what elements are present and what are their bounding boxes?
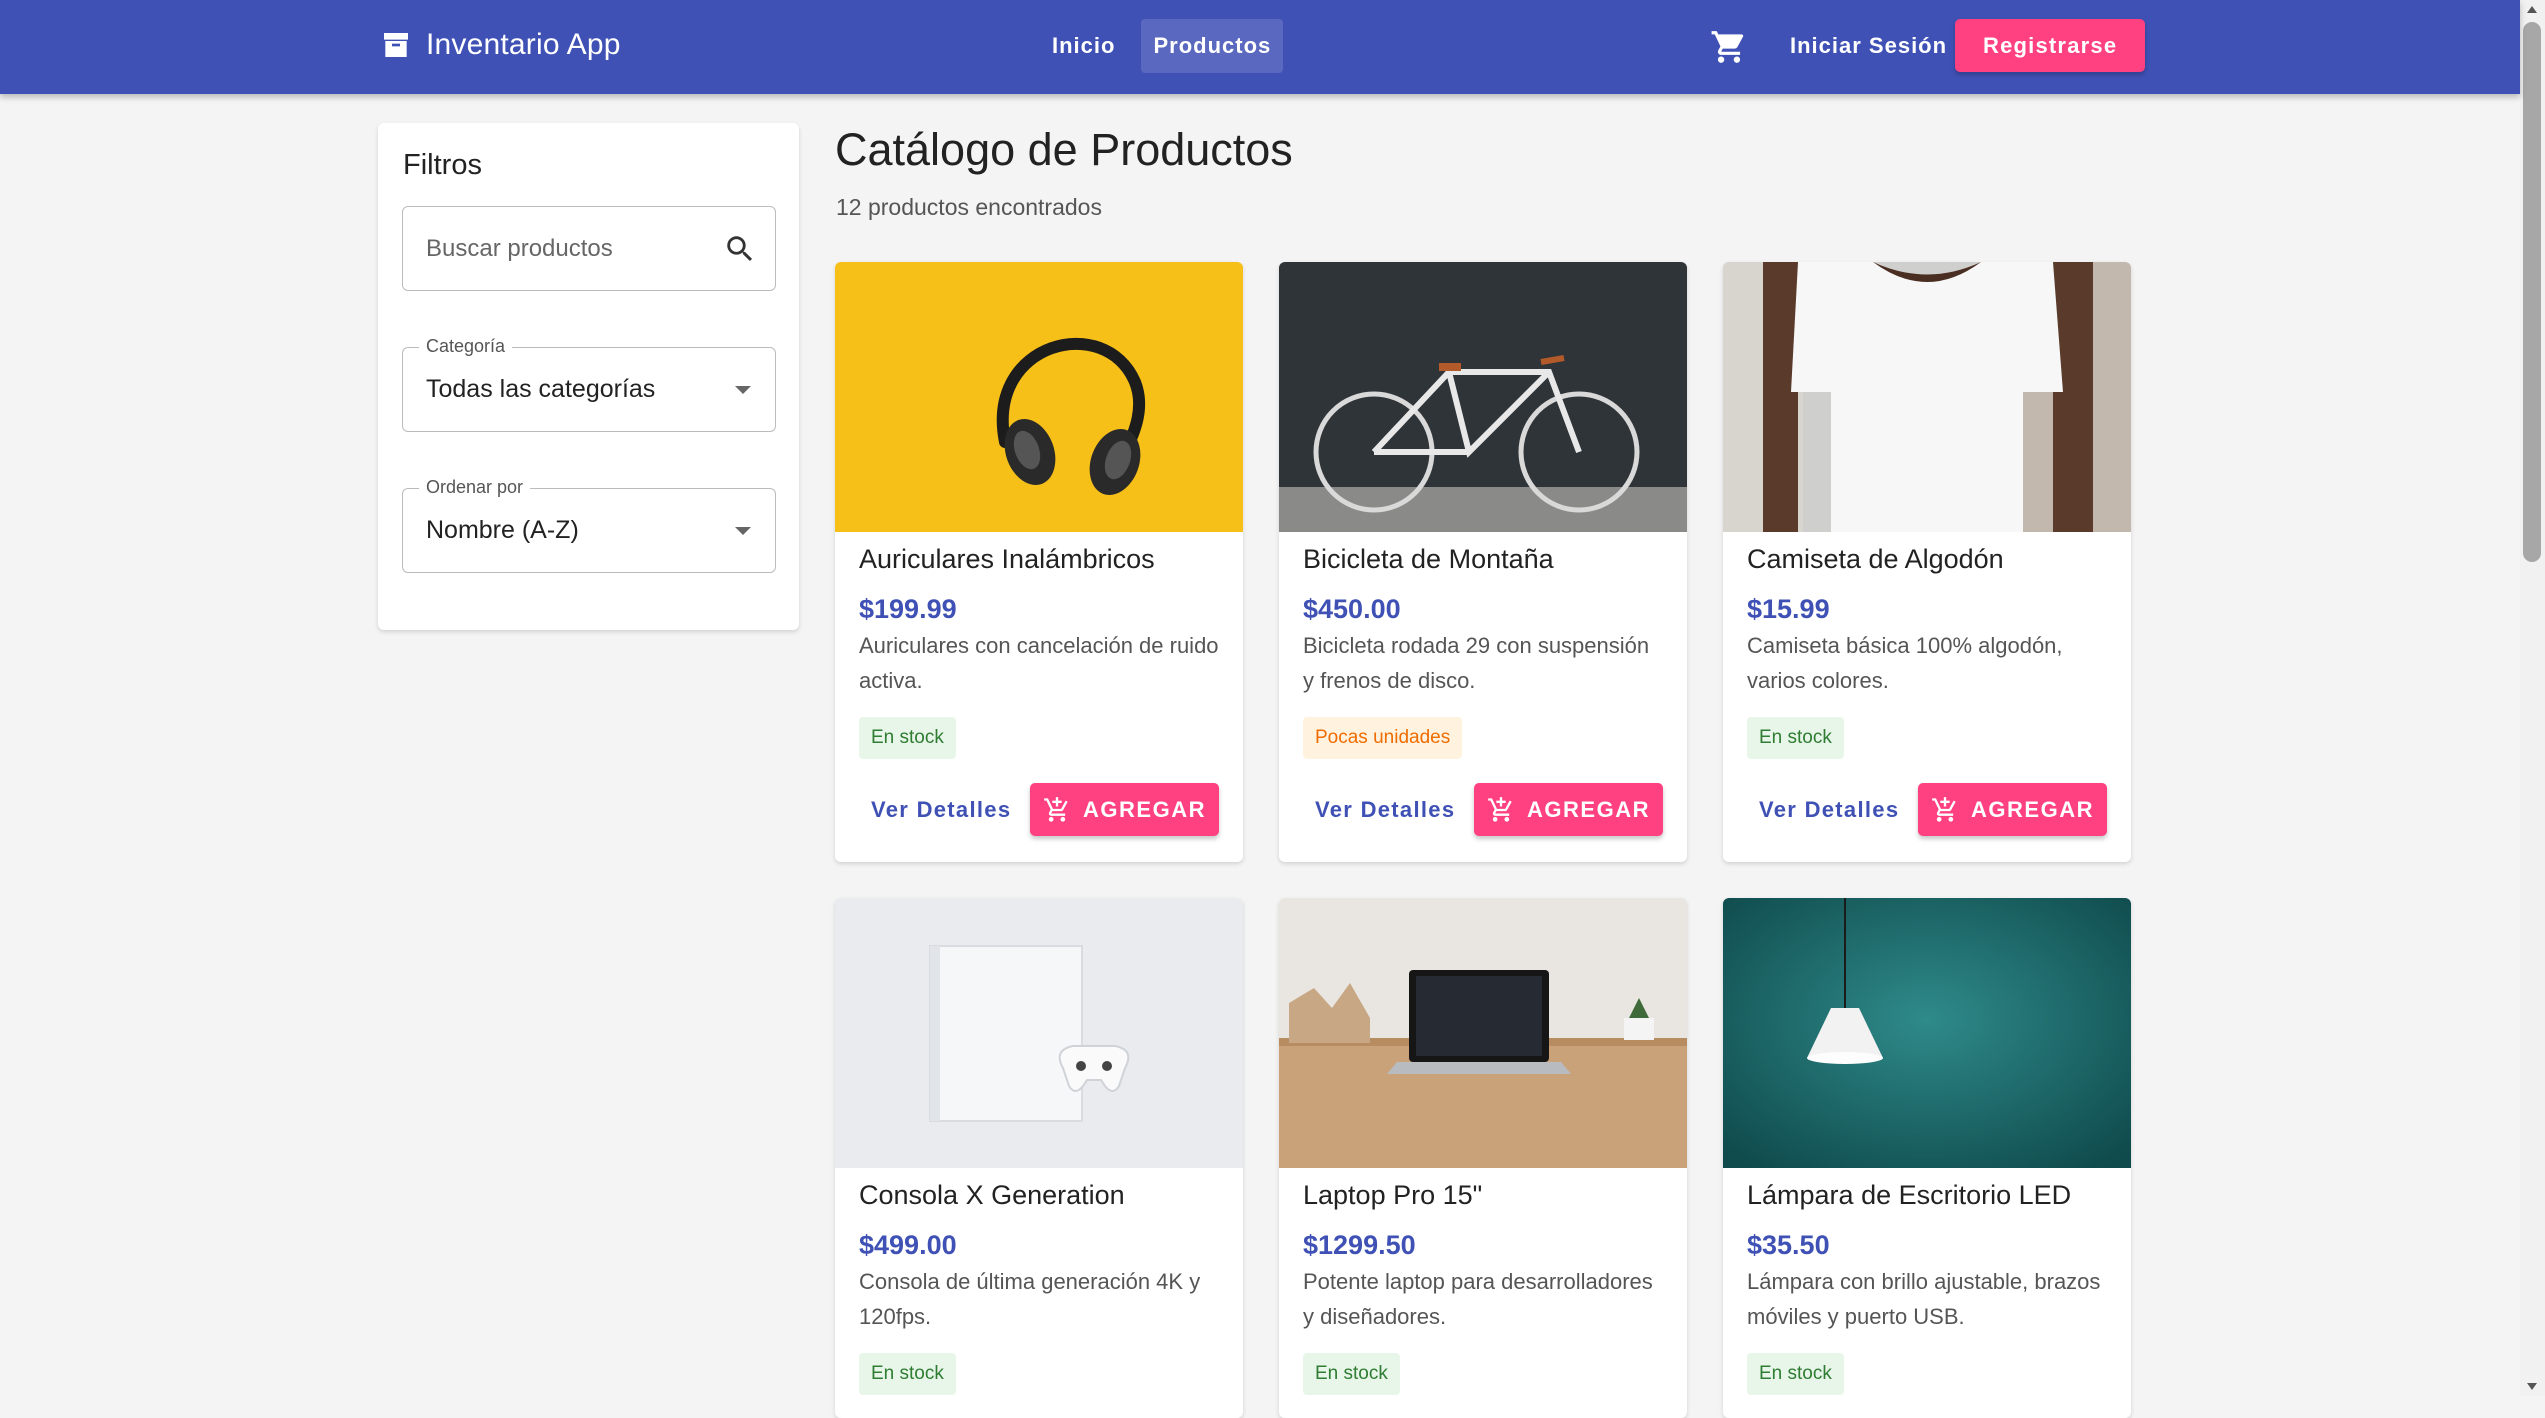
login-button[interactable]: Iniciar Sesión <box>1776 19 1961 73</box>
page-title: Catálogo de Productos <box>835 124 1293 175</box>
category-value: Todas las categorías <box>426 375 656 403</box>
add-shopping-cart-icon <box>1488 796 1512 822</box>
product-image-bicycle[interactable] <box>1279 262 1687 532</box>
stock-badge: En stock <box>859 717 956 759</box>
product-description: Auriculares con cancelación de ruido act… <box>859 633 1219 693</box>
product-name: Consola X Generation <box>859 1180 1125 1210</box>
product-image-lamp[interactable] <box>1723 898 2131 1168</box>
add-to-cart-button[interactable]: AGREGAR <box>1030 783 1219 836</box>
scroll-down-arrow-icon[interactable] <box>2527 1383 2537 1390</box>
main-nav: Inicio Productos <box>1040 19 1284 73</box>
chevron-down-icon <box>735 527 751 535</box>
app-bar: Inventario App Inicio Productos Iniciar … <box>0 0 2520 94</box>
filters-panel: Filtros Buscar productos Categoría Todas… <box>378 123 799 630</box>
search-placeholder: Buscar productos <box>426 235 613 262</box>
search-icon[interactable] <box>723 232 757 266</box>
product-card: Lámpara de Escritorio LED $35.50 Lámpara… <box>1723 898 2131 1418</box>
scrollbar-thumb[interactable] <box>2523 22 2541 562</box>
product-price: $499.00 <box>859 1230 957 1260</box>
add-label: AGREGAR <box>1527 796 1650 822</box>
sort-label: Ordenar por <box>419 477 531 498</box>
stock-badge: En stock <box>1303 1353 1400 1395</box>
product-description: Lámpara con brillo ajustable, brazos móv… <box>1747 1269 2101 1329</box>
stock-badge: En stock <box>859 1353 956 1395</box>
category-label: Categoría <box>419 336 513 357</box>
scroll-up-arrow-icon[interactable] <box>2527 6 2537 13</box>
shopping-cart-icon[interactable] <box>1710 28 1748 66</box>
product-description: Bicicleta rodada 29 con suspensión y fre… <box>1303 633 1650 693</box>
product-price: $1299.50 <box>1303 1230 1416 1260</box>
product-image-tshirt[interactable] <box>1723 262 2131 532</box>
product-name: Lámpara de Escritorio LED <box>1747 1180 2072 1210</box>
view-details-button[interactable]: Ver Detalles <box>1303 783 1467 836</box>
filters-title: Filtros <box>403 149 482 181</box>
register-button[interactable]: Registrarse <box>1955 19 2146 72</box>
product-name: Laptop Pro 15" <box>1303 1180 1483 1210</box>
product-name: Auriculares Inalámbricos <box>859 544 1155 574</box>
sort-select[interactable]: Ordenar por Nombre (A-Z) <box>402 477 776 573</box>
product-name: Bicicleta de Montaña <box>1303 544 1554 574</box>
stock-badge: En stock <box>1747 1353 1844 1395</box>
product-card: Auriculares Inalámbricos $199.99 Auricul… <box>835 262 1243 862</box>
stock-badge: En stock <box>1747 717 1844 759</box>
product-price: $15.99 <box>1747 594 1830 624</box>
add-to-cart-button[interactable]: AGREGAR <box>1918 783 2107 836</box>
product-card: Laptop Pro 15" $1299.50 Potente laptop p… <box>1279 898 1687 1418</box>
add-label: AGREGAR <box>1971 796 2094 822</box>
add-shopping-cart-icon <box>1044 796 1068 822</box>
view-details-button[interactable]: Ver Detalles <box>1747 783 1911 836</box>
product-price: $450.00 <box>1303 594 1401 624</box>
page-scrollbar[interactable] <box>2520 0 2545 1396</box>
product-image-laptop[interactable] <box>1279 898 1687 1168</box>
product-card: Consola X Generation $499.00 Consola de … <box>835 898 1243 1418</box>
product-image-console[interactable] <box>835 898 1243 1168</box>
stock-badge: Pocas unidades <box>1303 717 1463 759</box>
product-description: Camiseta básica 100% algodón, varios col… <box>1747 633 2063 693</box>
add-to-cart-button[interactable]: AGREGAR <box>1474 783 1663 836</box>
app-title: Inventario App <box>426 28 621 61</box>
archive-icon <box>384 33 408 57</box>
product-name: Camiseta de Algodón <box>1747 544 2004 574</box>
product-card: Camiseta de Algodón $15.99 Camiseta bási… <box>1723 262 2131 862</box>
product-price: $35.50 <box>1747 1230 1830 1260</box>
brand[interactable]: Inventario App <box>380 28 621 62</box>
add-label: AGREGAR <box>1083 796 1206 822</box>
product-image-headphones[interactable] <box>835 262 1243 532</box>
nav-productos[interactable]: Productos <box>1141 19 1284 73</box>
view-details-button[interactable]: Ver Detalles <box>859 783 1023 836</box>
sort-value: Nombre (A-Z) <box>426 516 579 544</box>
results-count: 12 productos encontrados <box>836 194 1102 220</box>
nav-inicio[interactable]: Inicio <box>1040 19 1127 73</box>
chevron-down-icon <box>735 386 751 394</box>
product-description: Consola de última generación 4K y 120fps… <box>859 1269 1201 1329</box>
product-card: Bicicleta de Montaña $450.00 Bicicleta r… <box>1279 262 1687 862</box>
product-description: Potente laptop para desarrolladores y di… <box>1303 1269 1653 1329</box>
product-price: $199.99 <box>859 594 957 624</box>
search-input[interactable]: Buscar productos <box>402 206 776 291</box>
add-shopping-cart-icon <box>1932 796 1956 822</box>
category-select[interactable]: Categoría Todas las categorías <box>402 336 776 432</box>
